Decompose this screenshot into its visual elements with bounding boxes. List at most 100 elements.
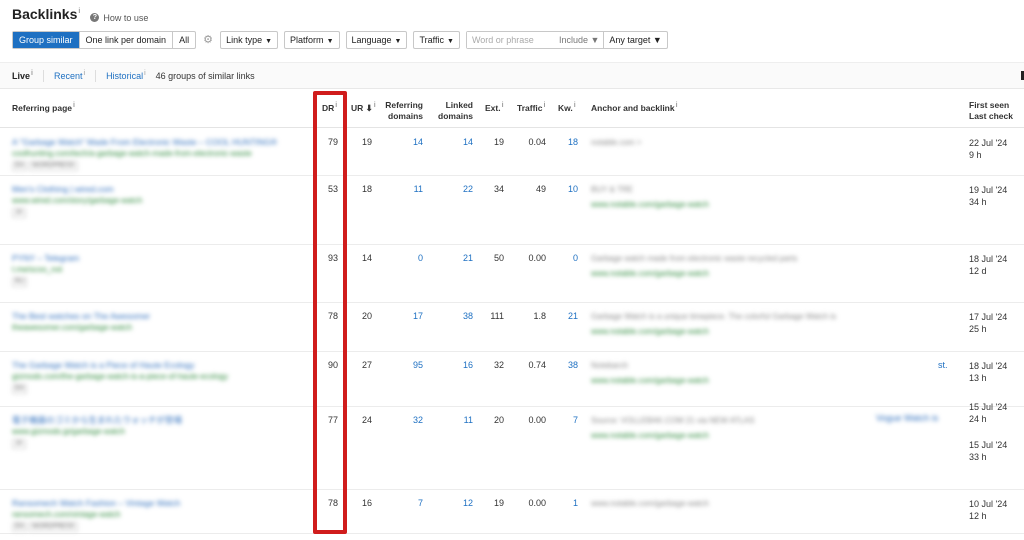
platform-dropdown[interactable]: Platform ▼ [284, 31, 340, 49]
col-referring-domains[interactable]: Referring domains [383, 100, 423, 122]
traffic-dropdown[interactable]: Traffic ▼ [413, 31, 460, 49]
col-ext[interactable]: Ext.i [485, 100, 504, 114]
anchor-line[interactable]: www.notable.com/garbage-watch [591, 498, 941, 509]
anchor-line[interactable]: www.notable.com/garbage-watch [591, 199, 941, 210]
chevron-down-icon: ▼ [587, 35, 600, 45]
groups-count: 46 groups of similar links [155, 70, 255, 81]
last-check-time: 25 h [969, 324, 987, 334]
gear-icon[interactable]: ⚙ [202, 34, 214, 46]
table-row: A "Garbage Watch" Made From Electronic W… [0, 129, 1024, 176]
chevron-down-icon: ▼ [650, 35, 662, 45]
anchor-line[interactable]: www.notable.com/garbage-watch [591, 326, 941, 337]
first-seen-date: 19 Jul '24 [969, 185, 1008, 195]
linked-domains-value[interactable]: 22 [443, 184, 473, 195]
anchor-line[interactable]: www.notable.com/garbage-watch [591, 268, 941, 279]
anchor-line[interactable]: www.notable.com/garbage-watch [591, 375, 941, 386]
language-dropdown[interactable]: Language ▼ [345, 31, 408, 49]
col-first-seen-last-check[interactable]: First seen Last check [969, 100, 1013, 122]
all-button[interactable]: All [173, 32, 195, 48]
referring-page-url[interactable]: coolhunting.com/tech/a-garbage-watch-mad… [12, 148, 312, 159]
how-to-use-label: How to use [103, 12, 149, 23]
last-check-time: 12 h [969, 511, 987, 521]
referring-domains-value[interactable]: 0 [393, 253, 423, 264]
linked-domains-value[interactable]: 16 [443, 360, 473, 371]
any-target-dropdown[interactable]: Any target ▼ [604, 32, 666, 48]
ur-value: 24 [361, 415, 372, 425]
col-ur[interactable]: UR ⬇i [351, 100, 376, 114]
one-link-per-domain-button[interactable]: One link per domain [80, 32, 174, 48]
truncated-link-text[interactable]: st. [938, 360, 948, 371]
col-linked-domains[interactable]: Linked domains [433, 100, 473, 122]
referring-domains-value[interactable]: 17 [393, 311, 423, 322]
last-check-time: 13 h [969, 373, 987, 383]
referring-page-url[interactable]: t.me/scoo_not [12, 264, 312, 275]
table-header: Referring pagei DRi UR ⬇i Referring domai… [0, 90, 1024, 128]
referring-page-url[interactable]: gizmodo.com/the-garbage-watch-is-a-piece… [12, 371, 312, 382]
divider [42, 69, 44, 82]
phrase-search-input[interactable] [466, 32, 555, 48]
referring-page-title[interactable]: Men's Clothing | wired.com [12, 184, 312, 195]
linked-domains-value[interactable]: 12 [443, 498, 473, 509]
external-links-value: 20 [493, 415, 504, 425]
first-seen-date: 18 Jul '24 [969, 361, 1008, 371]
col-keywords[interactable]: Kw.i [558, 100, 576, 114]
referring-page-url[interactable]: ransomech.com/vintage-watch [12, 509, 312, 520]
page-tag: EN [12, 161, 28, 171]
tab-historical[interactable]: Historicali [106, 70, 146, 81]
anchor-line[interactable]: www.notable.com/garbage-watch [591, 430, 941, 441]
anchor-line[interactable]: Notebarch [591, 360, 941, 371]
referring-page-title[interactable]: The Garbage Watch is a Piece of Haute Ec… [12, 360, 312, 371]
anchor-line[interactable]: Garbage Watch is a unique timepiece. The… [591, 311, 941, 322]
keywords-value[interactable]: 38 [554, 360, 578, 371]
tab-live[interactable]: Livei [12, 70, 33, 81]
keywords-value[interactable]: 0 [554, 253, 578, 264]
referring-page-title[interactable]: 電子機器のゴミから生まれたウォッチが登場 [12, 415, 312, 426]
anchor-line[interactable]: Garbage watch made from electronic waste… [591, 253, 941, 264]
referring-domains-value[interactable]: 14 [393, 137, 423, 148]
traffic-value: 49 [535, 184, 546, 194]
referring-page-cell: Men's Clothing | wired.com www.wired.com/… [12, 184, 312, 218]
dr-value: 77 [327, 415, 338, 425]
linked-domains-value[interactable]: 21 [443, 253, 473, 264]
linked-domains-value[interactable]: 11 [443, 415, 473, 426]
group-similar-button[interactable]: Group similar [13, 32, 80, 48]
page-tag: RU [12, 277, 28, 287]
referring-page-title[interactable]: PYNY – Telegram [12, 253, 312, 264]
referring-page-title[interactable]: Ransomech Watch Fashion – Vintage Watch [12, 498, 312, 509]
external-links-value: 32 [493, 360, 504, 370]
link-type-dropdown[interactable]: Link type ▼ [220, 31, 279, 49]
anchor-line[interactable]: BUY & TRE [591, 184, 941, 195]
anchor-line[interactable]: notable.com > [591, 137, 941, 148]
keywords-value[interactable]: 21 [554, 311, 578, 322]
referring-page-url[interactable]: www.gizmodo.jp/garbage-watch [12, 426, 312, 437]
referring-page-url[interactable]: theawesomer.com/garbage-watch [12, 322, 312, 333]
keywords-value[interactable]: 10 [554, 184, 578, 195]
ur-value: 16 [361, 498, 372, 508]
referring-domains-value[interactable]: 7 [393, 498, 423, 509]
how-to-use-link[interactable]: ? How to use [90, 13, 148, 23]
referring-page-url[interactable]: www.wired.com/story/garbage-watch [12, 195, 312, 206]
referring-page-title[interactable]: A "Garbage Watch" Made From Electronic W… [12, 137, 312, 148]
first-seen-last-check-cell: 18 Jul '24 13 h [969, 360, 1007, 384]
referring-page-title[interactable]: The Best watches on The Awesomer [12, 311, 312, 322]
linked-domains-value[interactable]: 38 [443, 311, 473, 322]
include-dropdown[interactable]: Include ▼ [555, 32, 605, 48]
page-tag: JA [12, 439, 26, 449]
traffic-value: 0.74 [528, 360, 546, 370]
external-links-value: 19 [493, 137, 504, 147]
keywords-value[interactable]: 1 [554, 498, 578, 509]
side-anchor-link[interactable]: Vogue Watch is [876, 413, 938, 424]
col-dr[interactable]: DRi [322, 100, 337, 114]
col-anchor-backlink[interactable]: Anchor and backlinki [591, 100, 678, 114]
linked-domains-value[interactable]: 14 [443, 137, 473, 148]
referring-domains-value[interactable]: 11 [393, 184, 423, 195]
anchor-backlink-cell: notable.com > [591, 137, 941, 152]
tab-recent[interactable]: Recenti [54, 70, 85, 81]
col-referring-page[interactable]: Referring pagei [12, 100, 75, 114]
keywords-value[interactable]: 7 [554, 415, 578, 426]
anchor-backlink-cell: www.notable.com/garbage-watch [591, 498, 941, 513]
referring-domains-value[interactable]: 95 [393, 360, 423, 371]
keywords-value[interactable]: 18 [554, 137, 578, 148]
col-traffic[interactable]: Traffici [517, 100, 545, 114]
referring-domains-value[interactable]: 32 [393, 415, 423, 426]
